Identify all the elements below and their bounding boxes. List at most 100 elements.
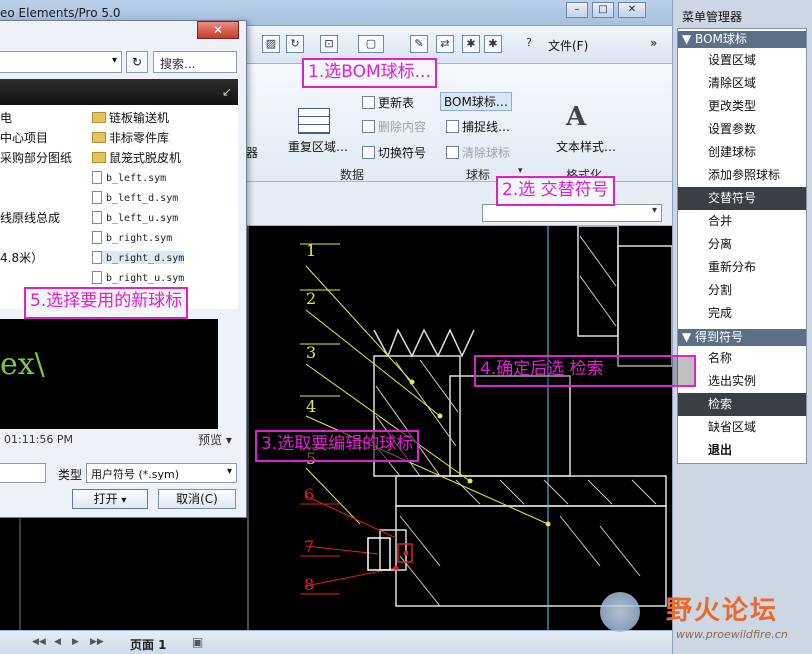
screen: eo Elements/Pro 5.0 – □ ✕ ▨ ↻ ⊡ ▢ ✎ ⇄ ✱ … — [0, 0, 812, 654]
preview-button[interactable]: 预览 ▾ — [198, 431, 232, 448]
snap-line-button[interactable]: 捕捉线… — [446, 118, 510, 135]
file-item-selected[interactable]: b_right_d.sym — [92, 251, 185, 264]
menu-item[interactable]: 完成 — [678, 302, 806, 325]
menu-item[interactable]: 分割 — [678, 279, 806, 302]
file-item[interactable]: b_left.sym — [92, 171, 166, 184]
file-type-select[interactable]: 用户符号 (*.sym) ▾ — [86, 463, 237, 483]
menu-item[interactable]: 设置区域 — [678, 49, 806, 72]
constraint-icon[interactable]: ✱ — [462, 35, 480, 53]
file-type-value: 用户符号 (*.sym) — [91, 468, 180, 481]
document-icon — [92, 211, 102, 224]
clear-balloon-button[interactable]: 清除球标 — [446, 144, 510, 161]
bom-balloon-section[interactable]: ▼ BOM球标 — [678, 31, 806, 48]
window-close-button[interactable]: ✕ — [618, 2, 646, 18]
file-list[interactable]: 电 中心项目 采购部分图纸 线原线总成 4.8米） 链板输送机 非标零件库 鼠笼… — [0, 105, 238, 309]
pan-icon[interactable]: ▨ — [262, 35, 280, 53]
bom-balloon-button[interactable]: BOM球标… — [440, 92, 512, 111]
switch-symbol-button[interactable]: 切换符号 — [362, 144, 426, 161]
file-item[interactable]: b_right.sym — [92, 231, 172, 244]
symbol-preview: ex\ — [0, 319, 218, 429]
nav-item[interactable]: 中心项目 — [0, 129, 48, 146]
text-style-button[interactable]: 文本样式… — [556, 138, 616, 155]
next-page-icon[interactable]: ▶ — [72, 637, 79, 647]
menu-item[interactable]: 清除区域 — [678, 72, 806, 95]
delete-content-button[interactable]: 删除内容 — [362, 118, 426, 135]
folder-item[interactable]: 鼠笼式脱皮机 — [92, 149, 181, 166]
help-icon[interactable]: ? — [520, 35, 538, 53]
relations-icon[interactable]: ✱ — [484, 35, 502, 53]
menu-item[interactable]: 缺省区域 — [678, 416, 806, 439]
maximize-button[interactable]: □ — [592, 2, 614, 18]
sketch-icon[interactable]: ✎ — [410, 35, 428, 53]
menu-item[interactable]: 交替符号 — [678, 187, 806, 210]
file-item[interactable]: b_right_u.sym — [92, 271, 184, 284]
menu-item[interactable]: 合并 — [678, 210, 806, 233]
group-balloon-arrow[interactable]: ▾ — [518, 166, 523, 176]
menu-item[interactable]: 创建球标 — [678, 141, 806, 164]
step-annotation-2: 2.选 交替符号 — [496, 176, 615, 206]
delete-content-label: 删除内容 — [378, 120, 427, 134]
path-combo[interactable]: ▾ — [0, 51, 122, 73]
menu-item[interactable]: 退出 — [678, 439, 806, 462]
nav-item[interactable]: 线原线总成 — [0, 209, 60, 226]
open-dropdown-icon[interactable]: ▾ — [121, 495, 126, 506]
get-symbol-section[interactable]: ▼ 得到符号 — [678, 329, 806, 346]
selection-filter-combo[interactable] — [482, 204, 662, 222]
clear-balloon-icon — [446, 146, 459, 159]
file-item[interactable]: b_left_u.sym — [92, 211, 178, 224]
repeat-region-icon[interactable] — [298, 108, 330, 134]
nav-item[interactable]: 采购部分图纸 — [0, 149, 72, 166]
section-label: 得到符号 — [695, 330, 744, 344]
balloon-number[interactable]: 3 — [306, 343, 316, 362]
filename-input[interactable] — [0, 463, 46, 483]
prev-page-icon[interactable]: ◀ — [54, 637, 61, 647]
menu-item[interactable]: 选出实例 — [678, 370, 806, 393]
file-menu[interactable]: 文件(F) — [548, 37, 588, 54]
add-page-icon[interactable]: ▣ — [192, 635, 203, 649]
first-page-icon[interactable]: ◀◀ — [32, 637, 46, 647]
open-button[interactable]: 打开 ▾ — [72, 489, 148, 509]
folder-icon — [92, 132, 106, 143]
folder-item[interactable]: 链板输送机 — [92, 109, 169, 126]
watermark-url: www.proewildfire.cn — [676, 628, 788, 641]
search-input[interactable]: 搜索... — [153, 51, 237, 73]
document-icon — [92, 231, 102, 244]
transform-icon[interactable]: ⇄ — [436, 35, 454, 53]
page-tab[interactable]: 页面 1 — [130, 636, 167, 653]
repeat-region-button[interactable]: 重复区域… — [288, 138, 348, 155]
refresh-button[interactable]: ↻ — [126, 51, 148, 73]
balloon-number[interactable]: 4 — [306, 397, 316, 416]
balloon-number[interactable]: 8 — [304, 575, 314, 594]
folder-item[interactable]: 非标零件库 — [92, 129, 169, 146]
toolbar-overflow[interactable]: » — [650, 36, 657, 50]
file-item[interactable]: b_left_d.sym — [92, 191, 178, 204]
balloon-number[interactable]: 6 — [304, 485, 314, 504]
nav-item[interactable]: 电 — [0, 109, 12, 126]
minimize-button[interactable]: – — [566, 2, 588, 18]
cancel-button[interactable]: 取消(C) — [158, 489, 236, 509]
menu-item[interactable]: 检索 — [678, 393, 806, 416]
balloon-number[interactable]: 2 — [306, 289, 316, 308]
menu-item[interactable]: 名称 — [678, 347, 806, 370]
balloon-number[interactable]: 7 — [304, 537, 314, 556]
zoom-icon[interactable]: ⊡ — [320, 35, 338, 53]
text-style-icon[interactable]: A — [566, 102, 586, 132]
balloon-number[interactable]: 1 — [306, 241, 316, 260]
dialog-close-button[interactable]: ✕ — [197, 21, 239, 39]
step-annotation-1: 1.选BOM球标... — [302, 58, 437, 88]
menu-item[interactable]: 重新分布 — [678, 256, 806, 279]
menu-item[interactable]: 分离 — [678, 233, 806, 256]
clear-balloon-label: 清除球标 — [462, 146, 511, 160]
display-style-icon[interactable]: ▢ — [358, 35, 384, 53]
last-page-icon[interactable]: ▶▶ — [90, 637, 104, 647]
menu-item[interactable]: 更改类型 — [678, 95, 806, 118]
group-balloon-label: 球标 — [466, 168, 491, 182]
refit-icon[interactable]: ↻ — [286, 35, 304, 53]
menu-manager: 菜单管理器 ▼ BOM球标 设置区域 清除区域 更改类型 设置参数 创建球标 添加参照球标… — [672, 0, 812, 654]
menu-item[interactable]: 设置参数 — [678, 118, 806, 141]
ribbon-partial-button[interactable]: 器 — [246, 144, 258, 161]
file-label: b_left.sym — [106, 173, 167, 184]
menu-item[interactable]: 添加参照球标 — [678, 164, 806, 187]
update-table-button[interactable]: 更新表 — [362, 94, 414, 111]
nav-item[interactable]: 4.8米） — [0, 249, 43, 266]
